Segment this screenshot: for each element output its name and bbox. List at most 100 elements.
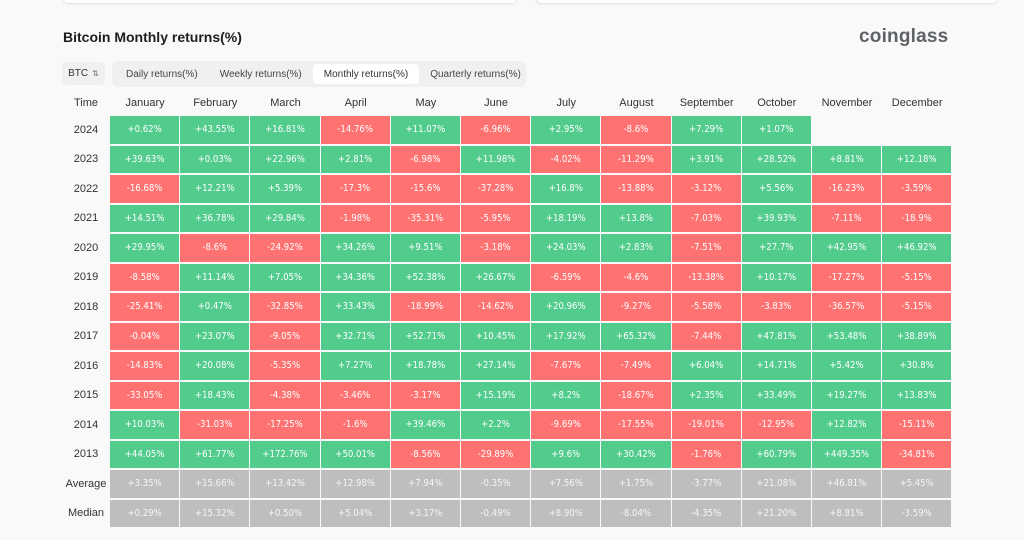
coinglass-logo: coinglass [859,26,949,47]
coin-select-value: BTC [68,68,89,79]
return-cell: +39.93% [741,204,812,232]
return-cell: +1.75% [601,470,672,498]
return-cell: +36.78% [180,204,251,232]
header-december: December [891,96,943,109]
coin-select[interactable]: BTC ⇅ [62,62,105,85]
return-cell: -14.76% [320,116,391,144]
return-cell: +28.52% [741,145,812,173]
return-cell: -8.56% [390,440,461,468]
return-cell: +7.94% [390,470,461,498]
tab-weekly-returns[interactable]: Weekly returns(%) [209,64,313,84]
return-cell: -17.55% [601,411,672,439]
return-cell: +0.29% [110,499,181,527]
return-cell [812,116,883,144]
return-cell: -6.59% [531,263,602,291]
table-header-row: Time January February March April May June July… [62,90,952,115]
return-cell: +32.71% [320,322,391,350]
return-cell: +6.04% [671,352,742,380]
return-cell: +9.6% [531,440,602,468]
return-cell: -33.05% [110,381,181,409]
table-row-2014: 2014 +10.03% -31.03% -17.25% -1.6% +39.46% +2.… [62,410,953,440]
return-cell: -4.02% [531,145,602,173]
return-cell: -11.29% [601,145,672,173]
tab-quarterly-returns[interactable]: Quarterly returns(%) [419,64,532,84]
return-cell: -17.27% [811,263,883,291]
return-cell: +22.96% [250,145,321,173]
return-cell: +52.71% [390,322,461,350]
table-row-2024: 2024 +0.62% +43.55% +16.81% -14.76% +11.07% -6… [62,115,953,145]
header-april: April [344,96,367,109]
return-cell: +3.17% [390,499,461,527]
return-cell: -7.49% [601,352,672,380]
return-cell: -18.99% [390,293,461,321]
return-cell: +14.51% [110,204,181,232]
return-cell: -8.6% [601,116,672,144]
updown-chevron-icon: ⇅ [92,68,99,78]
return-cell: -6.96% [460,116,532,144]
return-cell: +5.04% [320,499,391,527]
header-may: May [415,96,437,109]
return-cell: +8.2% [531,381,602,409]
return-cell: +12.21% [180,175,251,203]
tab-monthly-returns[interactable]: Monthly returns(%) [312,64,420,84]
return-cell: -14.83% [110,352,181,380]
row-label: 2021 [73,212,99,225]
return-cell: -5.15% [882,263,953,291]
return-cell: +8.81% [811,499,883,527]
return-cell: +449.35% [811,440,883,468]
return-cell: +34.36% [320,263,391,291]
return-cell: +16.81% [250,116,321,144]
return-cell: +60.79% [741,440,812,468]
return-cell: -17.25% [250,411,321,439]
return-cell: +0.50% [250,499,321,527]
return-cell: +14.71% [741,352,812,380]
returns-tabs: Daily returns(%) Weekly returns(%) Monthly… [112,61,526,87]
tab-daily-returns[interactable]: Daily returns(%) [115,64,209,84]
return-cell: +38.89% [882,322,953,350]
return-cell: -4.35% [671,499,742,527]
row-label: 2019 [73,271,99,284]
return-cell: +53.48% [811,322,883,350]
return-cell: +26.67% [460,263,532,291]
table-row-2021: 2021 +14.51% +36.78% +29.84% -1.98% -35.31% -5… [62,204,953,234]
return-cell: +18.43% [180,381,251,409]
return-cell: +33.43% [320,293,391,321]
return-cell: -24.92% [250,234,321,262]
return-cell: +29.95% [110,234,181,262]
return-cell: +2.83% [601,234,672,262]
return-cell: +34.26% [320,234,391,262]
return-cell: +8.90% [531,499,602,527]
table-row-average: Average +3.35% +15.66% +13.42% +12.98% +7.94%… [62,469,953,499]
row-label: 2015 [73,389,99,402]
return-cell: -15.6% [390,175,461,203]
return-cell: -1.76% [671,440,742,468]
row-label: 2013 [73,448,99,461]
row-label: 2018 [73,300,99,313]
header-february: February [193,96,238,109]
return-cell: +46.81% [811,470,883,498]
return-cell: +24.03% [531,234,602,262]
return-cell: +20.96% [531,293,602,321]
return-cell: +9.51% [390,234,461,262]
table-row-2020: 2020 +29.95% -8.6% -24.92% +34.26% +9.51% -3.1… [62,233,953,263]
return-cell: +20.08% [180,352,251,380]
return-cell: +0.47% [180,293,251,321]
return-cell: -9.05% [250,322,321,350]
return-cell: -13.38% [671,263,742,291]
return-cell: -6.98% [390,145,461,173]
monthly-returns-table: Time January February March April May June July… [62,90,953,528]
return-cell: +10.03% [110,411,181,439]
return-cell: +46.92% [882,234,953,262]
return-cell: -16.68% [110,175,181,203]
return-cell: -18.9% [882,204,953,232]
return-cell: +11.14% [180,263,251,291]
return-cell: +8.81% [811,145,883,173]
header-july: July [556,96,576,109]
return-cell [882,116,953,144]
return-cell: -3.18% [460,234,532,262]
return-cell: +3.91% [671,145,742,173]
return-cell: +30.42% [601,440,672,468]
row-label: 2023 [73,153,99,166]
header-time: Time [73,96,99,109]
return-cell: -0.04% [110,322,181,350]
